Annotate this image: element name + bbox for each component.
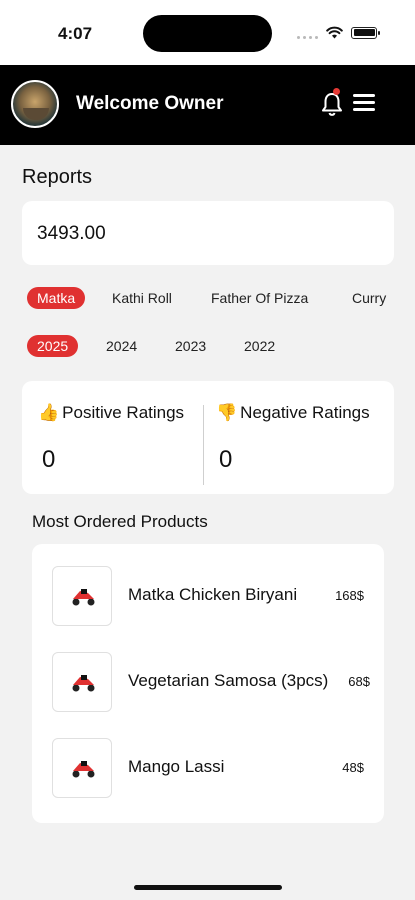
chip-kathi-roll[interactable]: Kathi Roll <box>112 287 172 309</box>
reports-title: Reports <box>22 166 93 188</box>
positive-ratings-label: 👍 Positive Ratings <box>38 403 184 423</box>
thumbs-up-icon: 👍 <box>38 403 60 422</box>
ratings-divider <box>203 405 204 485</box>
dynamic-island <box>143 15 272 52</box>
negative-ratings-label: 👎 Negative Ratings <box>216 403 370 423</box>
page-title: Welcome Owner <box>76 93 224 114</box>
ratings-card: 👍 Positive Ratings 0 👎 Negative Ratings … <box>22 381 394 494</box>
negative-ratings-value: 0 <box>219 446 233 473</box>
signal-icon <box>297 27 318 39</box>
wifi-icon <box>326 26 343 39</box>
product-thumbnail <box>52 566 112 626</box>
chip-year-2023[interactable]: 2023 <box>175 335 206 357</box>
product-name: Mango Lassi <box>128 757 225 776</box>
status-bar: 4:07 <box>0 0 415 65</box>
chip-father-of-pizza[interactable]: Father Of Pizza <box>211 287 308 309</box>
home-indicator[interactable] <box>134 885 282 890</box>
positive-ratings-text: Positive Ratings <box>62 403 185 422</box>
product-thumbnail <box>52 652 112 712</box>
product-price: 48$ <box>342 760 364 775</box>
chip-year-2022[interactable]: 2022 <box>244 335 275 357</box>
total-revenue-value: 3493.00 <box>37 223 106 244</box>
delivery-logo-icon <box>72 675 95 692</box>
battery-icon <box>351 26 380 39</box>
avatar[interactable] <box>11 80 59 128</box>
chip-year-2025[interactable]: 2025 <box>27 335 79 357</box>
hamburger-menu-icon[interactable] <box>353 94 375 112</box>
list-item[interactable]: Matka Chicken Biryani 168$ <box>32 566 384 628</box>
product-price: 68$ <box>348 674 370 689</box>
most-ordered-card: Matka Chicken Biryani 168$ Vegetarian Sa… <box>32 544 384 823</box>
product-name: Vegetarian Samosa (3pcs) <box>128 671 329 690</box>
negative-ratings-text: Negative Ratings <box>240 403 370 422</box>
product-price: 168$ <box>335 588 364 603</box>
delivery-logo-icon <box>72 761 95 778</box>
positive-ratings-value: 0 <box>42 446 56 473</box>
list-item[interactable]: Mango Lassi 48$ <box>32 738 384 800</box>
bell-icon[interactable] <box>320 91 344 117</box>
product-thumbnail <box>52 738 112 798</box>
list-item[interactable]: Vegetarian Samosa (3pcs) 68$ <box>32 652 384 714</box>
status-time: 4:07 <box>58 24 93 43</box>
notification-badge <box>333 88 340 95</box>
product-name: Matka Chicken Biryani <box>128 585 298 604</box>
most-ordered-title: Most Ordered Products <box>32 512 208 531</box>
status-icons <box>297 26 380 39</box>
year-filter: 2025 2024 2023 2022 <box>0 335 415 359</box>
restaurant-filter: Matka Kathi Roll Father Of Pizza Curry <box>0 287 415 311</box>
thumbs-down-icon: 👎 <box>216 403 238 422</box>
chip-matka[interactable]: Matka <box>27 287 86 309</box>
delivery-logo-icon <box>72 589 95 606</box>
chip-year-2024[interactable]: 2024 <box>106 335 137 357</box>
total-revenue-card: 3493.00 <box>22 201 394 265</box>
chip-curry[interactable]: Curry <box>352 287 386 309</box>
